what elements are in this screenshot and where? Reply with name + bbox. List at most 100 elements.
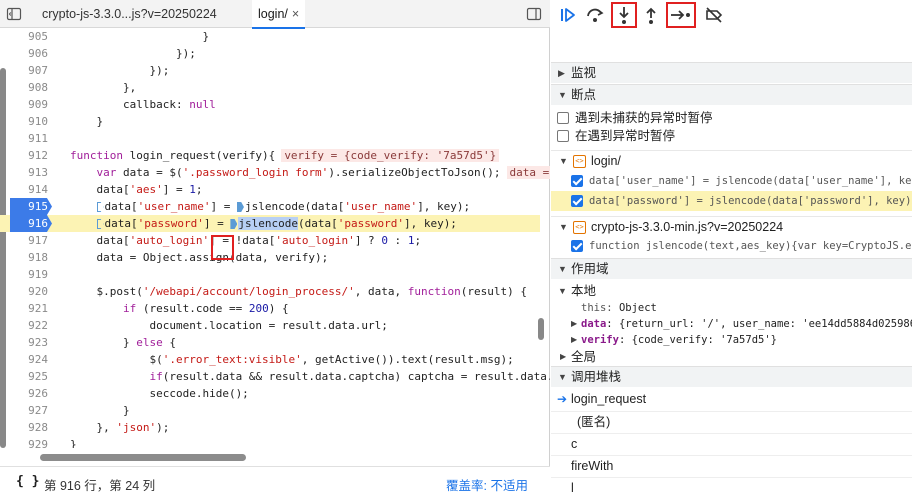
code-line[interactable]: 929} <box>0 436 540 448</box>
code-line[interactable]: 911 <box>0 130 540 147</box>
code-text: } <box>70 438 77 448</box>
line-number[interactable]: 910 <box>8 113 48 130</box>
deactivate-breakpoints-icon[interactable] <box>703 4 725 26</box>
code-line[interactable]: 916 data['password'] = jslencode(data['p… <box>0 215 540 232</box>
breakpoint-marker[interactable]: 916 <box>10 215 52 232</box>
editor-status-bar: { } 第 916 行，第 24 列 覆盖率: 不适用 <box>0 466 550 496</box>
code-line[interactable]: 907 }); <box>0 62 540 79</box>
line-number[interactable]: 927 <box>8 402 48 419</box>
breakpoint-item[interactable]: data['user_name'] = jslencode(data['user… <box>551 171 912 191</box>
step-into-icon[interactable] <box>611 2 637 28</box>
collapse-panel-icon[interactable] <box>526 6 542 22</box>
pause-caught-option[interactable]: 在遇到异常时暂停 <box>551 126 912 146</box>
breakpoint-file-crypto[interactable]: ▼ <> crypto-js-3.3.0-min.js?v=20250224 <box>551 216 912 236</box>
tab-login[interactable]: login/ × <box>252 0 306 29</box>
code-line[interactable]: 912 function login_request(verify){verify… <box>0 147 540 164</box>
breakpoint-item-active[interactable]: data['password'] = jslencode(data['passw… <box>551 191 912 211</box>
code-text: } else { <box>70 336 176 349</box>
line-number[interactable]: 913 <box>8 164 48 181</box>
watch-section-header[interactable]: ▶ 监视 <box>551 62 912 83</box>
line-number[interactable]: 921 <box>8 300 48 317</box>
code-text: document.location = result.data.url; <box>70 319 388 332</box>
inline-value: verify = {code_verify: '7a57d5'} <box>281 149 500 162</box>
line-number[interactable]: 928 <box>8 419 48 436</box>
code-line[interactable]: 926 seccode.hide(); <box>0 385 540 402</box>
tab-label: login/ <box>258 7 288 21</box>
code-text: }); <box>70 64 170 77</box>
line-number[interactable]: 918 <box>8 249 48 266</box>
step-icon[interactable] <box>666 2 696 28</box>
call-frame-current[interactable]: ➔ login_request <box>551 389 912 409</box>
code-line[interactable]: 927 } <box>0 402 540 419</box>
code-line[interactable]: 920 $.post('/webapi/account/login_proces… <box>0 283 540 300</box>
vertical-scrollbar-thumb[interactable] <box>538 318 544 340</box>
file-code-icon: <> <box>573 155 586 168</box>
line-number[interactable]: 914 <box>8 181 48 198</box>
line-number[interactable]: 911 <box>8 130 48 147</box>
call-frame[interactable]: l <box>551 477 912 496</box>
code-line[interactable]: 928 }, 'json'); <box>0 419 540 436</box>
code-line[interactable]: 910 } <box>0 113 540 130</box>
code-line[interactable]: 919 <box>0 266 540 283</box>
checkbox[interactable] <box>557 130 569 142</box>
caret-down-icon: ▼ <box>558 264 567 274</box>
breakpoint-file-login[interactable]: ▼ <> login/ <box>551 150 912 170</box>
code-text: data['password'] = jslencode(data['passw… <box>70 215 457 232</box>
line-number[interactable]: 923 <box>8 334 48 351</box>
line-number[interactable]: 912 <box>8 147 48 164</box>
horizontal-scrollbar-thumb[interactable] <box>40 454 246 461</box>
line-number[interactable]: 917 <box>8 232 48 249</box>
code-line[interactable]: 924 $('.error_text:visible', getActive()… <box>0 351 540 368</box>
code-line[interactable]: 909 callback: null <box>0 96 540 113</box>
sidebar-toggle-icon[interactable] <box>6 6 22 22</box>
callstack-section-header[interactable]: ▼ 调用堆栈 <box>551 366 912 387</box>
step-out-icon[interactable] <box>640 4 662 26</box>
checkbox[interactable] <box>571 175 583 187</box>
breakpoint-marker[interactable]: 915 <box>10 198 52 215</box>
code-line[interactable]: 913 var data = $('.password_login form')… <box>0 164 550 181</box>
scope-global[interactable]: ▶ 全局 <box>551 347 912 367</box>
checkbox[interactable] <box>571 240 583 252</box>
pause-uncaught-option[interactable]: 遇到未捕获的异常时暂停 <box>551 108 912 128</box>
call-frame[interactable]: (匿名) <box>551 411 912 431</box>
code-view[interactable]: 905 } 906 }); 907 }); 908 }, 909 callback: n… <box>0 28 550 448</box>
checkbox[interactable] <box>571 195 583 207</box>
code-text: data['aes'] = 1; <box>70 183 203 196</box>
code-text: }); <box>70 47 196 60</box>
line-number[interactable]: 925 <box>8 368 48 385</box>
code-line[interactable]: 914 data['aes'] = 1; <box>0 181 540 198</box>
code-line[interactable]: 925 if(result.data && result.data.captch… <box>0 368 550 385</box>
checkbox[interactable] <box>557 112 569 124</box>
close-icon[interactable]: × <box>292 0 299 28</box>
line-number[interactable]: 909 <box>8 96 48 113</box>
line-number[interactable]: 924 <box>8 351 48 368</box>
resume-icon[interactable] <box>557 4 579 26</box>
line-number[interactable]: 922 <box>8 317 48 334</box>
line-number[interactable]: 929 <box>8 436 48 448</box>
line-number[interactable]: 919 <box>8 266 48 283</box>
line-number[interactable]: 907 <box>8 62 48 79</box>
line-number[interactable]: 908 <box>8 79 48 96</box>
scope-section-header[interactable]: ▼ 作用域 <box>551 258 912 279</box>
step-over-icon[interactable] <box>584 4 606 26</box>
code-line[interactable]: 918 data = Object.assign(data, verify); <box>0 249 540 266</box>
code-line[interactable]: 908 }, <box>0 79 540 96</box>
pretty-print-icon[interactable]: { } <box>16 474 39 489</box>
line-number[interactable]: 920 <box>8 283 48 300</box>
call-frame[interactable]: c <box>551 433 912 453</box>
line-number[interactable]: 906 <box>8 45 48 62</box>
call-frame[interactable]: fireWith <box>551 455 912 475</box>
tab-crypto-js[interactable]: crypto-js-3.3.0...js?v=20250224 <box>36 0 223 28</box>
code-line[interactable]: 915 data['user_name'] = jslencode(data['… <box>0 198 540 215</box>
breakpoint-item[interactable]: function jslencode(text,aes_key){var key… <box>551 236 912 256</box>
code-line[interactable]: 906 }); <box>0 45 540 62</box>
code-line[interactable]: 923 } else { <box>0 334 540 351</box>
breakpoints-section-header[interactable]: ▼ 断点 <box>551 84 912 105</box>
line-number[interactable]: 926 <box>8 385 48 402</box>
line-number[interactable]: 905 <box>8 28 48 45</box>
code-line[interactable]: 921 if (result.code == 200) { <box>0 300 540 317</box>
code-line[interactable]: 922 document.location = result.data.url; <box>0 317 540 334</box>
coverage-status[interactable]: 覆盖率: 不适用 <box>446 475 528 494</box>
code-line[interactable]: 917 data['auto_login'] = !data['auto_log… <box>0 232 540 249</box>
code-line[interactable]: 905 } <box>0 28 540 45</box>
